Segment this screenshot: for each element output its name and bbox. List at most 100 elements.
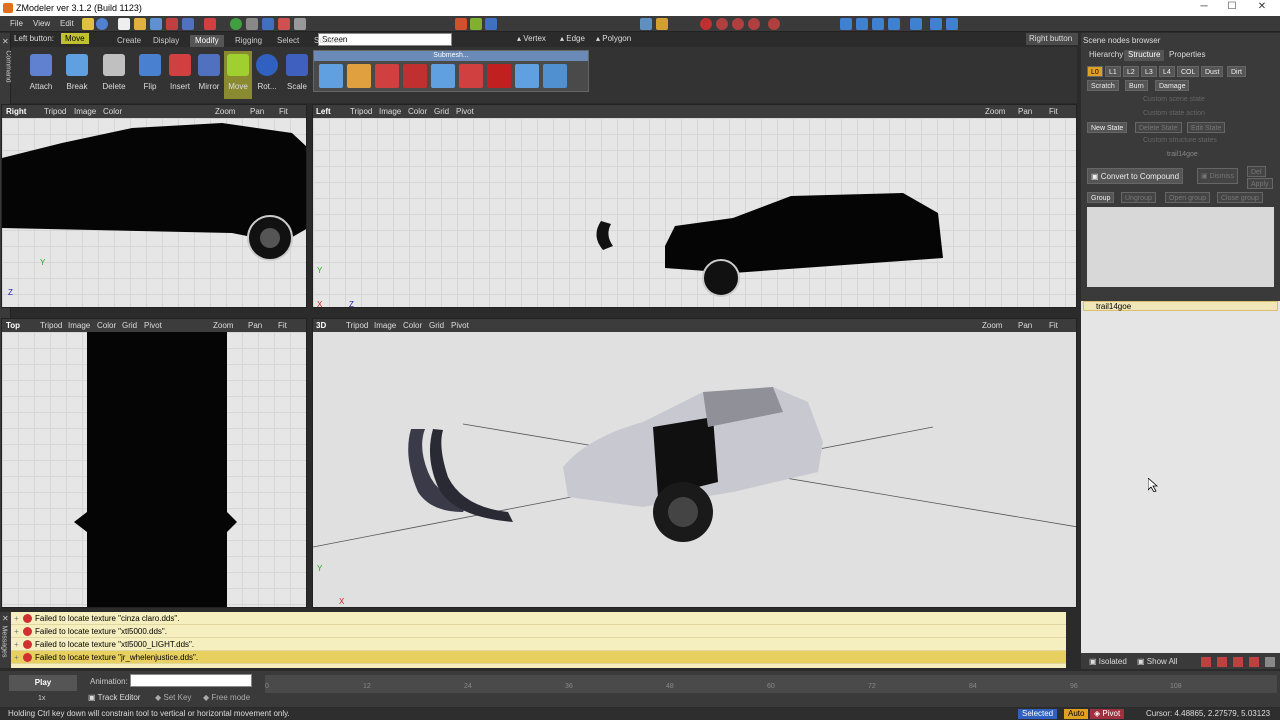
cut-icon[interactable]	[204, 18, 216, 30]
group-button[interactable]: Group	[1087, 192, 1115, 203]
delete-icon[interactable]	[278, 18, 290, 30]
delete-button[interactable]: Delete	[100, 51, 128, 99]
expand-icon[interactable]: +	[14, 638, 19, 651]
vp-grid[interactable]: Grid	[429, 321, 444, 330]
hierarchy-list[interactable]: trail14goe	[1081, 301, 1280, 653]
vp-zoom[interactable]: Zoom	[213, 321, 233, 330]
render-icon[interactable]	[656, 18, 668, 30]
submesh-split-icon[interactable]	[375, 64, 399, 88]
vp-image[interactable]: Image	[68, 321, 90, 330]
tab-create[interactable]: Create	[112, 35, 146, 47]
viewport-right[interactable]: Right Tripod Image Color Zoom Pan Fit Y …	[1, 104, 307, 308]
scratch-button[interactable]: Scratch	[1087, 80, 1119, 91]
help-icon[interactable]	[96, 18, 108, 30]
tab-select[interactable]: Select	[272, 35, 304, 47]
edit-state-button[interactable]: Edit State	[1187, 122, 1226, 133]
tab-structure[interactable]: Structure	[1124, 50, 1165, 61]
flip-button[interactable]: Flip	[136, 51, 164, 99]
selected-mode-button[interactable]: Selected	[1018, 709, 1058, 719]
dismiss-button[interactable]: ▣ Dismiss	[1197, 168, 1239, 184]
vp-tripod[interactable]: Tripod	[40, 321, 62, 330]
expand-icon[interactable]	[1265, 657, 1275, 667]
insert-button[interactable]: Insert	[166, 51, 194, 99]
close-group-button[interactable]: Close group	[1217, 192, 1263, 203]
vp-image[interactable]: Image	[374, 321, 396, 330]
del-button[interactable]: Del	[1247, 166, 1266, 177]
vp-color[interactable]: Color	[97, 321, 116, 330]
display-icon[interactable]	[872, 18, 884, 30]
select-mode-y-icon[interactable]	[470, 18, 482, 30]
vp-pan[interactable]: Pan	[1018, 321, 1032, 330]
lod-col-button[interactable]: COL	[1177, 66, 1200, 77]
message-row[interactable]: + Failed to locate texture "cinza claro.d…	[11, 612, 1066, 625]
vp-pivot[interactable]: Pivot	[451, 321, 469, 330]
scale-button[interactable]: Scale	[283, 51, 311, 99]
auto-button[interactable]: Auto	[1064, 709, 1089, 719]
submesh-collapse-icon[interactable]	[515, 64, 539, 88]
free-mode-button[interactable]: ◆ Free mode	[203, 693, 250, 702]
vp-zoom[interactable]: Zoom	[215, 107, 235, 116]
vp-tripod[interactable]: Tripod	[44, 107, 66, 116]
submesh-grid-icon[interactable]	[543, 64, 567, 88]
maximize-button[interactable]: ☐	[1218, 1, 1246, 15]
tab-rigging[interactable]: Rigging	[230, 35, 267, 47]
track-editor-button[interactable]: ▣ Track Editor	[88, 693, 140, 702]
left-button-value[interactable]: Move	[61, 33, 89, 44]
speed-label[interactable]: 1x	[38, 695, 45, 702]
lod-l4-button[interactable]: L4	[1159, 66, 1175, 77]
spin-icon[interactable]	[748, 18, 760, 30]
vp-color[interactable]: Color	[403, 321, 422, 330]
vp-zoom[interactable]: Zoom	[982, 321, 1002, 330]
animation-select[interactable]	[130, 674, 252, 687]
close-button[interactable]: ✕	[1248, 1, 1276, 15]
lod-dust-button[interactable]: Dust	[1201, 66, 1224, 77]
lock-icon[interactable]	[1233, 657, 1243, 667]
viewport-left[interactable]: Left Tripod Image Color Grid Pivot Zoom …	[312, 104, 1077, 308]
option-icon[interactable]	[294, 18, 306, 30]
submesh-detach-icon[interactable]	[487, 64, 511, 88]
attach-button[interactable]: Attach	[27, 51, 55, 99]
open-folder-icon[interactable]	[134, 18, 146, 30]
viewport-name[interactable]: Top	[6, 321, 20, 330]
pivot-button[interactable]: ◈ Pivot	[1090, 709, 1125, 719]
vp-pan[interactable]: Pan	[1018, 107, 1032, 116]
vp-zoom[interactable]: Zoom	[985, 107, 1005, 116]
close-icon[interactable]: ✕	[2, 614, 9, 623]
expand-icon[interactable]: +	[14, 612, 19, 625]
message-row[interactable]: + Failed to locate texture "xtl5000.dds".	[11, 625, 1066, 638]
select-mode-z-icon[interactable]	[485, 18, 497, 30]
viewport-top[interactable]: Top Tripod Image Color Grid Pivot Zoom P…	[1, 318, 307, 608]
tab-properties[interactable]: Properties	[1165, 50, 1209, 61]
mirror-button[interactable]: Mirror	[195, 51, 223, 99]
close-icon[interactable]: ✕	[2, 37, 9, 46]
submesh-weld-icon[interactable]	[431, 64, 455, 88]
settings-icon[interactable]	[946, 18, 958, 30]
shade-icon[interactable]	[888, 18, 900, 30]
break-button[interactable]: Break	[63, 51, 91, 99]
damage-dropdown[interactable]: Damage	[1155, 80, 1190, 91]
tab-display[interactable]: Display	[148, 35, 184, 47]
lod-l2-button[interactable]: L2	[1123, 66, 1139, 77]
vp-color[interactable]: Color	[408, 107, 427, 116]
redo-icon[interactable]	[182, 18, 194, 30]
tab-surface[interactable]: Surface	[309, 35, 347, 47]
move-button[interactable]: Move	[224, 51, 252, 99]
right-button-indicator[interactable]: Right button	[1026, 33, 1078, 45]
undo-history-icon[interactable]	[262, 18, 274, 30]
lod-l3-button[interactable]: L3	[1141, 66, 1157, 77]
new-file-icon[interactable]	[118, 18, 130, 30]
message-row-selected[interactable]: + Failed to locate texture "jr_whelenjust…	[11, 651, 1066, 664]
vp-fit[interactable]: Fit	[1049, 107, 1058, 116]
view-reset-icon[interactable]	[768, 18, 780, 30]
vp-image[interactable]: Image	[379, 107, 401, 116]
convert-to-compound-button[interactable]: ▣ Convert to Compound	[1087, 168, 1184, 184]
globe-icon[interactable]	[230, 18, 242, 30]
vp-fit[interactable]: Fit	[278, 321, 287, 330]
hide-icon[interactable]	[1201, 657, 1211, 667]
record-icon[interactable]	[700, 18, 712, 30]
object-mode-icon[interactable]	[640, 18, 652, 30]
lod-l1-button[interactable]: L1	[1105, 66, 1121, 77]
message-row[interactable]: + Failed to locate texture "xtl5000_LIGHT…	[11, 638, 1066, 651]
submesh-knife-icon[interactable]	[459, 64, 483, 88]
isolated-button[interactable]: ▣ Isolated	[1089, 657, 1127, 666]
